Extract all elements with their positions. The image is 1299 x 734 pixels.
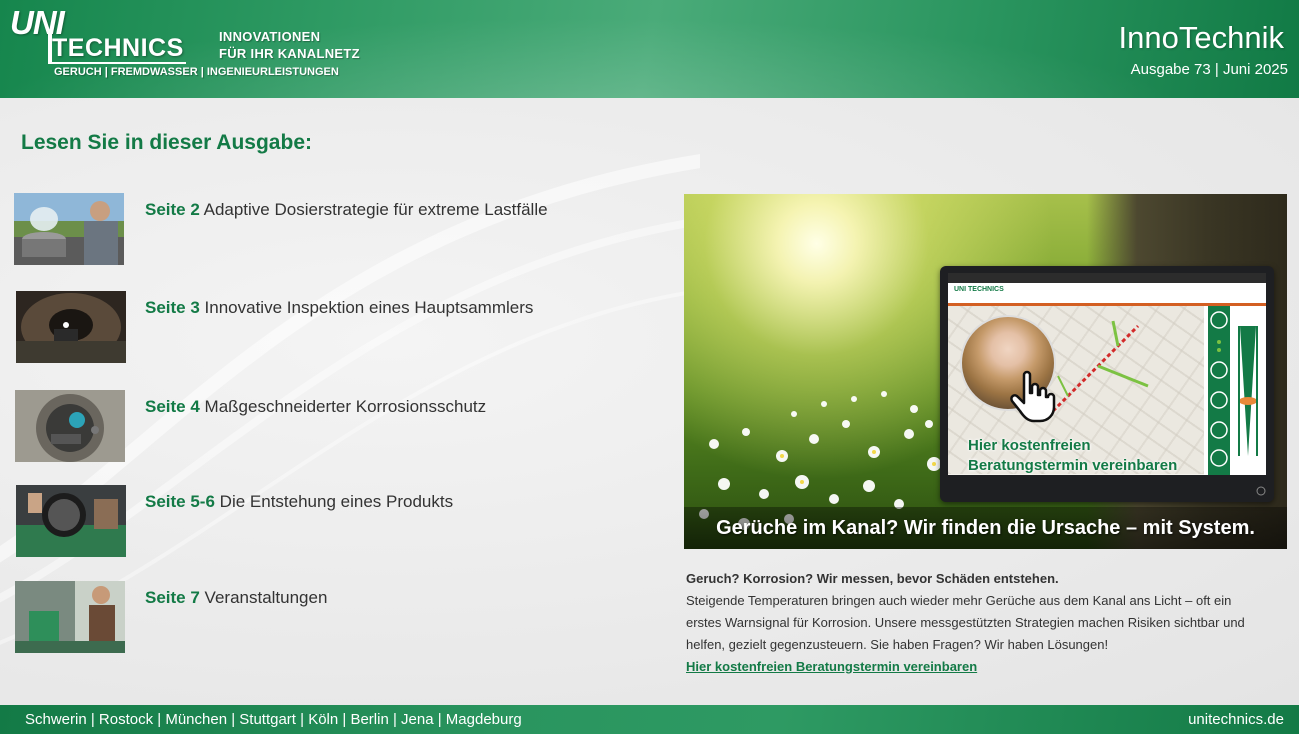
toc-text[interactable]: Seite 5-6 Die Entstehung eines Produkts: [145, 492, 453, 512]
screen-logo: UNI TECHNICS: [954, 286, 1004, 293]
toc-page-number: Seite 7: [145, 588, 200, 607]
monitor-illustration: UNI TECHNICS Hier kostenfreien Beratungs…: [940, 266, 1274, 502]
toc-page-number: Seite 2: [145, 200, 200, 219]
hero-caption: Gerüche im Kanal? Wir finden die Ursache…: [684, 507, 1287, 549]
thumbnail-product-assembly[interactable]: [16, 485, 126, 557]
toc-text[interactable]: Seite 4 Maßgeschneiderter Korrosionsschu…: [145, 397, 486, 417]
article-body: Steigende Temperaturen bringen auch wied…: [686, 593, 1245, 652]
toc-text[interactable]: Seite 7 Veranstaltungen: [145, 588, 327, 608]
toc-title: Adaptive Dosierstrategie für extreme Las…: [203, 200, 548, 219]
toc-page-number: Seite 5-6: [145, 492, 215, 511]
power-icon: [1256, 486, 1266, 496]
toc-item-seite-7[interactable]: Seite 7 Veranstaltungen: [14, 581, 654, 655]
toc-item-seite-2[interactable]: Seite 2 Adaptive Dosierstrategie für ext…: [14, 193, 654, 267]
toc-title: Die Entstehung eines Produkts: [219, 492, 454, 511]
article-teaser: Geruch? Korrosion? Wir messen, bevor Sch…: [686, 568, 1266, 678]
main-content: Lesen Sie in dieser Ausgabe: Seite 2 Ada…: [0, 98, 1299, 705]
hand-pointer-icon: [1010, 370, 1056, 423]
issue-info: Ausgabe 73 | Juni 2025: [1130, 61, 1288, 78]
website-link[interactable]: unitechnics.de: [1188, 711, 1284, 728]
article-lead: Geruch? Korrosion? Wir messen, bevor Sch…: [686, 571, 1059, 586]
toc-title: Veranstaltungen: [204, 588, 328, 607]
thumbnail-event[interactable]: [15, 581, 125, 653]
cta-line-1: Hier kostenfreien: [968, 437, 1091, 454]
footer-bar: Schwerin | Rostock | München | Stuttgart…: [0, 705, 1299, 734]
toc-title: Maßgeschneiderter Korrosionsschutz: [204, 397, 487, 416]
toc-text[interactable]: Seite 2 Adaptive Dosierstrategie für ext…: [145, 200, 548, 220]
tagline-line-2: FÜR IHR KANALNETZ: [219, 46, 360, 61]
toc-item-seite-5-6[interactable]: Seite 5-6 Die Entstehung eines Produkts: [14, 485, 654, 559]
tagline: INNOVATIONEN FÜR IHR KANALNETZ: [219, 28, 360, 62]
monitor-screen: UNI TECHNICS Hier kostenfreien Beratungs…: [948, 273, 1266, 475]
logo-technics-text: TECHNICS: [52, 34, 184, 62]
toc-page-number: Seite 3: [145, 298, 200, 317]
toc-text[interactable]: Seite 3 Innovative Inspektion eines Haup…: [145, 298, 533, 318]
screen-titlebar: [948, 273, 1266, 283]
tagline-line-1: INNOVATIONEN: [219, 29, 321, 44]
toc-heading: Lesen Sie in dieser Ausgabe:: [21, 131, 312, 154]
hero-banner[interactable]: UNI TECHNICS Hier kostenfreien Beratungs…: [684, 194, 1287, 549]
toc-page-number: Seite 4: [145, 397, 200, 416]
newsletter-title: InnoTechnik: [1118, 20, 1284, 55]
thumbnail-treatment-plant[interactable]: [14, 193, 124, 265]
cta-line-2: Beratungstermin vereinbaren: [968, 457, 1178, 474]
toc-title: Innovative Inspektion eines Hauptsammler…: [204, 298, 534, 317]
logo-underline: [52, 62, 186, 64]
cta-overlay-text[interactable]: Hier kostenfreien Beratungstermin verein…: [968, 436, 1258, 475]
unitechnics-logo[interactable]: UNI TECHNICS GERUCH | FREMDWASSER | INGE…: [10, 4, 339, 80]
toc-item-seite-3[interactable]: Seite 3 Innovative Inspektion eines Haup…: [14, 291, 654, 365]
logo-subline: GERUCH | FREMDWASSER | INGENIEURLEISTUNG…: [54, 66, 339, 78]
footer-locations: Schwerin | Rostock | München | Stuttgart…: [25, 711, 522, 728]
consultation-link[interactable]: Hier kostenfreien Beratungstermin verein…: [686, 656, 1266, 678]
thumbnail-sewer-inspection[interactable]: [16, 291, 126, 363]
thumbnail-manhole[interactable]: [15, 390, 125, 462]
header-banner: UNI TECHNICS GERUCH | FREMDWASSER | INGE…: [0, 0, 1299, 98]
toc-item-seite-4[interactable]: Seite 4 Maßgeschneiderter Korrosionsschu…: [14, 390, 654, 464]
